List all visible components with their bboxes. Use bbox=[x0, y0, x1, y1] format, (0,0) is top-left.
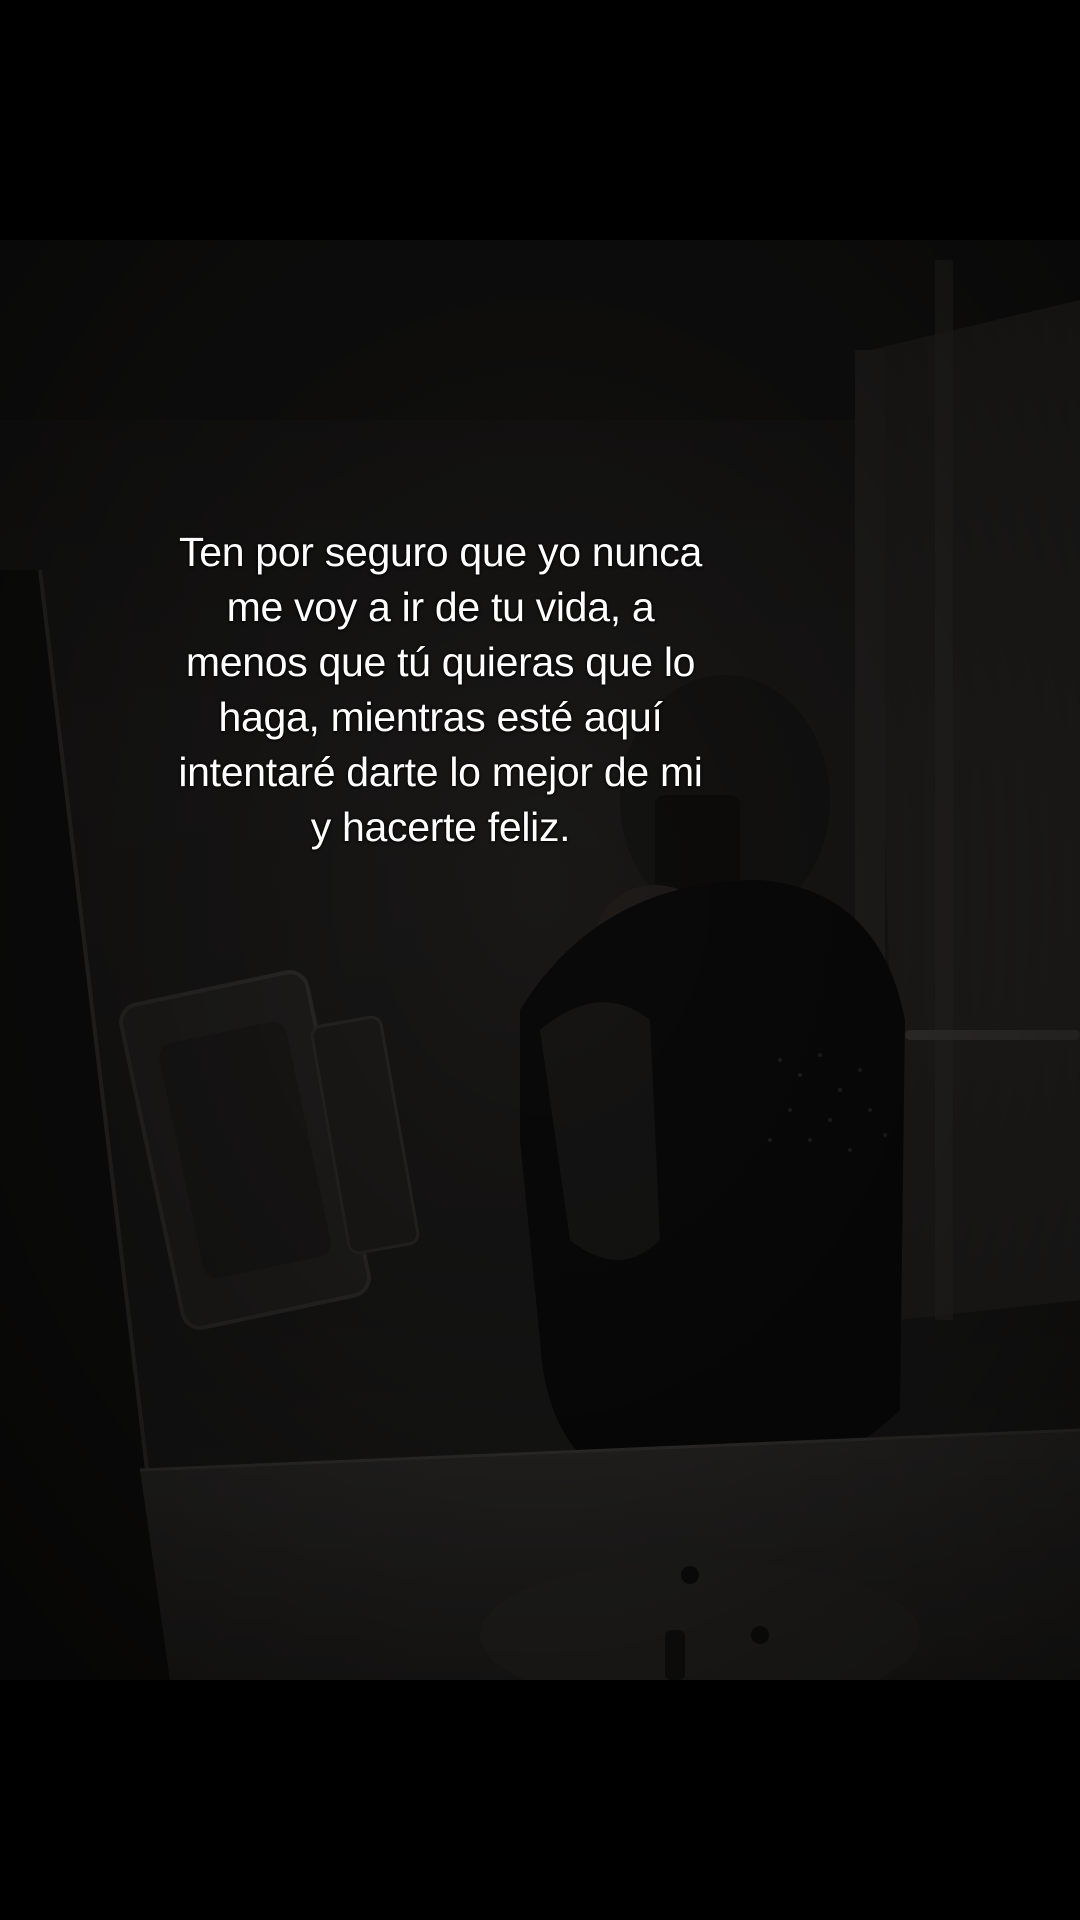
caption-line: intentaré darte lo mejor de mi bbox=[178, 749, 703, 795]
mirror-selfie-photo bbox=[0, 240, 1080, 1680]
caption-line: y hacerte feliz. bbox=[310, 804, 571, 850]
caption-line: Ten por seguro que yo nunca bbox=[179, 529, 702, 575]
caption-text-overlay: Ten por seguro que yo nunca me voy a ir … bbox=[128, 525, 753, 855]
caption-line: haga, mientras esté aquí bbox=[218, 694, 663, 740]
dim-overlay bbox=[0, 240, 1080, 1680]
caption-line: menos que tú quieras que lo bbox=[185, 639, 696, 685]
caption-line: me voy a ir de tu vida, a bbox=[226, 584, 655, 630]
video-frame: Ten por seguro que yo nunca me voy a ir … bbox=[0, 0, 1080, 1920]
photo-background-illustration bbox=[0, 240, 1080, 1680]
